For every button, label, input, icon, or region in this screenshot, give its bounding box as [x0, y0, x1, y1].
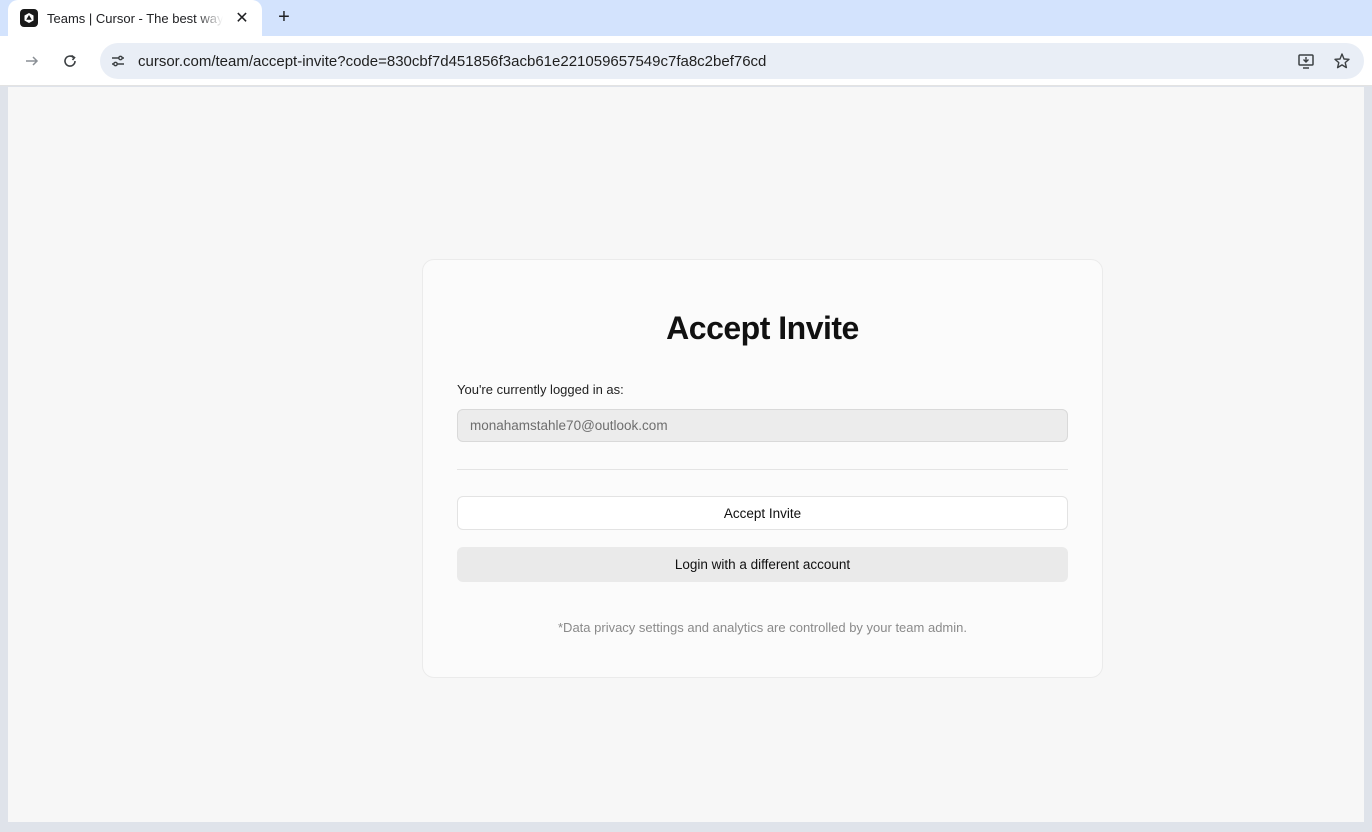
browser-window: Teams | Cursor - The best way to code wi…	[0, 0, 1372, 832]
privacy-footnote: *Data privacy settings and analytics are…	[558, 620, 967, 635]
accept-invite-card: Accept Invite You're currently logged in…	[422, 259, 1103, 678]
star-icon[interactable]	[1330, 49, 1354, 73]
install-app-icon[interactable]	[1294, 49, 1318, 73]
new-tab-button[interactable]: +	[272, 5, 296, 29]
close-tab-icon[interactable]: ✕	[232, 8, 252, 28]
tab-title: Teams | Cursor - The best way to code wi…	[47, 10, 223, 26]
address-bar[interactable]: cursor.com/team/accept-invite?code=830cb…	[100, 43, 1364, 79]
login-different-account-button[interactable]: Login with a different account	[457, 547, 1068, 582]
tune-icon[interactable]	[104, 47, 132, 75]
url-text[interactable]: cursor.com/team/accept-invite?code=830cb…	[138, 53, 766, 70]
reload-icon[interactable]	[58, 49, 82, 73]
browser-toolbar: cursor.com/team/accept-invite?code=830cb…	[0, 36, 1372, 86]
divider	[457, 469, 1068, 470]
tab-cursor-teams[interactable]: Teams | Cursor - The best way to code wi…	[8, 0, 262, 36]
forward-arrow-icon[interactable]	[20, 49, 44, 73]
email-field[interactable]	[457, 409, 1068, 442]
tab-strip: Teams | Cursor - The best way to code wi…	[0, 0, 1372, 36]
cursor-logo-icon	[20, 9, 38, 27]
page-title: Accept Invite	[666, 310, 859, 346]
logged-in-label: You're currently logged in as:	[457, 382, 624, 397]
page-viewport: Accept Invite You're currently logged in…	[8, 87, 1364, 822]
accept-invite-button[interactable]: Accept Invite	[457, 496, 1068, 530]
